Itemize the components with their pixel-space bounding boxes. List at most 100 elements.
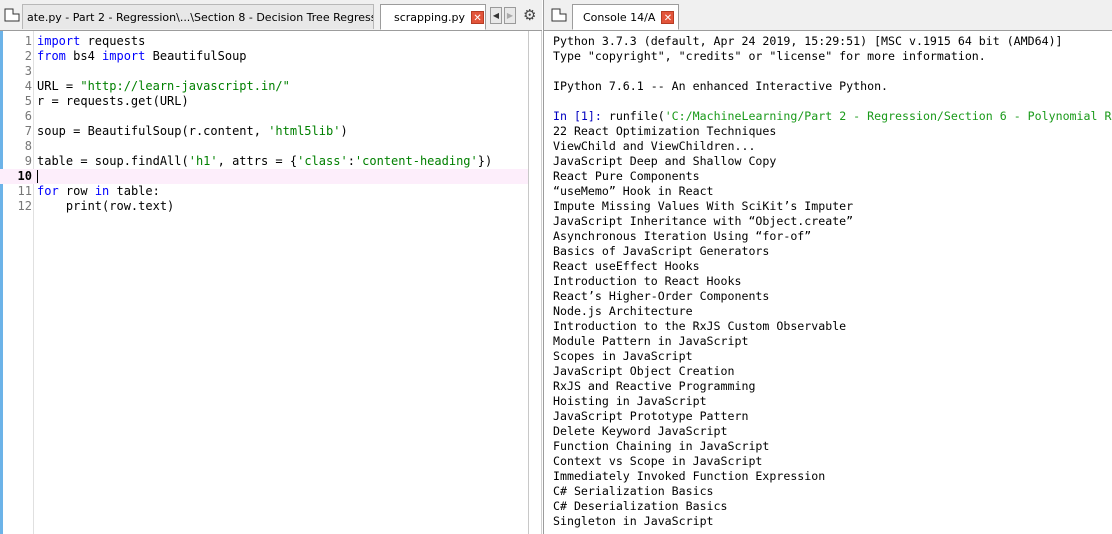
tab-console[interactable]: Console 14/A ✕	[572, 4, 679, 30]
line-number: 6	[24, 109, 32, 123]
code-line: 4 URL = "http://learn-javascript.in/"	[0, 79, 528, 94]
code-line: 1 import requests	[0, 34, 528, 49]
keyword-token: in	[94, 184, 110, 198]
code-token: table:	[109, 184, 160, 198]
code-token: soup = BeautifulSoup(r.content,	[37, 124, 269, 138]
keyword-token: import	[102, 49, 146, 63]
command-text: runfile(	[601, 109, 665, 123]
code-line: 3	[0, 64, 528, 79]
console-output-line: JavaScript Inheritance with “Object.crea…	[553, 214, 854, 228]
code-line: 12 print(row.text)	[0, 199, 528, 214]
browse-tabs-icon[interactable]	[551, 8, 567, 22]
code-line: 5 r = requests.get(URL)	[0, 94, 528, 109]
string-token: 'html5lib'	[268, 124, 341, 138]
console-output-line: “useMemo” Hook in React	[553, 184, 714, 198]
console-input-line: In [1]: runfile('C:/MachineLearning/Part…	[553, 109, 1111, 124]
code-line: 2 from bs4 import BeautifulSoup	[0, 49, 528, 64]
console-output-line: Immediately Invoked Function Expression	[553, 469, 826, 483]
editor-tabbar: ate.py - Part 2 - Regression\...\Section…	[0, 0, 542, 31]
tab-label: ate.py - Part 2 - Regression\...\Section…	[27, 10, 374, 24]
console-output-line: Basics of JavaScript Generators	[553, 244, 770, 258]
code-text: r = requests.get(URL)	[37, 94, 189, 109]
line-number: 8	[24, 139, 32, 153]
line-number: 9	[24, 154, 32, 168]
code-line: 8	[0, 139, 528, 154]
close-icon[interactable]: ✕	[661, 10, 675, 24]
code-text: table = soup.findAll('h1', attrs = {'cla…	[37, 154, 492, 169]
code-token: r = requests.get(URL)	[37, 94, 189, 108]
console-output-line: RxJS and Reactive Programming	[553, 379, 756, 393]
console-output-line: Impute Missing Values With SciKit’s Impu…	[553, 199, 854, 213]
line-number: 10	[17, 169, 32, 183]
keyword-token: from	[37, 49, 66, 63]
arrow-left-icon[interactable]: ◀	[490, 7, 502, 24]
line-number: 12	[17, 199, 32, 213]
code-text: soup = BeautifulSoup(r.content, 'html5li…	[37, 124, 348, 139]
console-output-line: React useEffect Hooks	[553, 259, 700, 273]
browse-tabs-icon[interactable]	[4, 8, 20, 22]
console-output-line: C# Deserialization Basics	[553, 499, 728, 513]
console-output-line: Asynchronous Iteration Using “for-of”	[553, 229, 812, 243]
string-token: 'content-heading'	[354, 154, 478, 168]
console-tabbar: Console 14/A ✕	[544, 0, 1112, 31]
code-token: row	[58, 184, 95, 198]
code-token: URL =	[37, 79, 81, 93]
line-number: 3	[24, 64, 32, 78]
tab-scrapping-py[interactable]: scrapping.py ✕	[380, 4, 486, 30]
text-caret	[37, 170, 38, 183]
code-token: )	[340, 124, 348, 138]
code-text: import requests	[37, 34, 145, 49]
tab-decision-tree-regression[interactable]: ate.py - Part 2 - Regression\...\Section…	[22, 4, 374, 29]
line-number: 7	[24, 124, 32, 138]
code-text: print(row.text)	[37, 199, 174, 214]
tab-label: Console 14/A	[583, 10, 656, 24]
code-token: , attrs = {	[217, 154, 298, 168]
code-editor[interactable]: 1 import requests 2 from bs4 import Beautif…	[0, 31, 542, 534]
code-line: 10	[0, 169, 528, 184]
console-output[interactable]: Python 3.7.3 (default, Apr 24 2019, 15:2…	[544, 31, 1112, 534]
string-token: 'class'	[297, 154, 348, 168]
console-output-line: React’s Higher-Order Components	[553, 289, 770, 303]
command-path: 'C:/MachineLearning/Part 2 - Regression/…	[664, 109, 1112, 123]
console-output-line: Scopes in JavaScript	[553, 349, 693, 363]
code-text: from bs4 import BeautifulSoup	[37, 49, 247, 64]
code-token: table = soup.findAll(	[37, 154, 189, 168]
tab-label: scrapping.py	[394, 10, 466, 24]
editor-pane: ate.py - Part 2 - Regression\...\Section…	[0, 0, 542, 534]
line-number: 11	[17, 184, 32, 198]
console-output-line: Singleton in JavaScript	[553, 514, 714, 528]
console-pane: Console 14/A ✕ Python 3.7.3 (default, Ap…	[543, 0, 1112, 534]
code-token: :	[347, 154, 355, 168]
console-output-line: Module Pattern in JavaScript	[553, 334, 749, 348]
code-token: requests	[80, 34, 146, 48]
code-token: })	[477, 154, 493, 168]
line-number: 4	[24, 79, 32, 93]
code-line: 7 soup = BeautifulSoup(r.content, 'html5l…	[0, 124, 528, 139]
console-banner-line: IPython 7.6.1 -- An enhanced Interactive…	[553, 79, 889, 93]
console-output-line: Hoisting in JavaScript	[553, 394, 707, 408]
gear-icon[interactable]: ⚙	[523, 7, 536, 23]
keyword-token: import	[37, 34, 81, 48]
code-line: 9 table = soup.findAll('h1', attrs = {'cl…	[0, 154, 528, 169]
line-number: 5	[24, 94, 32, 108]
keyword-token: for	[37, 184, 59, 198]
console-output-line: Delete Keyword JavaScript	[553, 424, 728, 438]
console-output-line: React Pure Components	[553, 169, 700, 183]
code-token: bs4	[65, 49, 103, 63]
string-token: "http://learn-javascript.in/"	[80, 79, 290, 93]
arrow-right-icon[interactable]: ▶	[504, 7, 516, 24]
console-output-line: JavaScript Deep and Shallow Copy	[553, 154, 777, 168]
line-number: 1	[24, 34, 32, 48]
console-output-line: ViewChild and ViewChildren...	[553, 139, 756, 153]
string-token: 'h1'	[188, 154, 218, 168]
console-output-line: JavaScript Object Creation	[553, 364, 735, 378]
console-output-line: 22 React Optimization Techniques	[553, 124, 777, 138]
code-line: 11 for row in table:	[0, 184, 528, 199]
console-output-line: Context vs Scope in JavaScript	[553, 454, 763, 468]
console-output-line: C# Serialization Basics	[553, 484, 714, 498]
close-icon[interactable]: ✕	[471, 10, 485, 24]
console-output-line: Introduction to React Hooks	[553, 274, 742, 288]
console-output-line: JavaScript Prototype Pattern	[553, 409, 749, 423]
editor-vertical-ruler	[528, 31, 529, 534]
console-banner-line: Python 3.7.3 (default, Apr 24 2019, 15:2…	[553, 34, 1063, 48]
